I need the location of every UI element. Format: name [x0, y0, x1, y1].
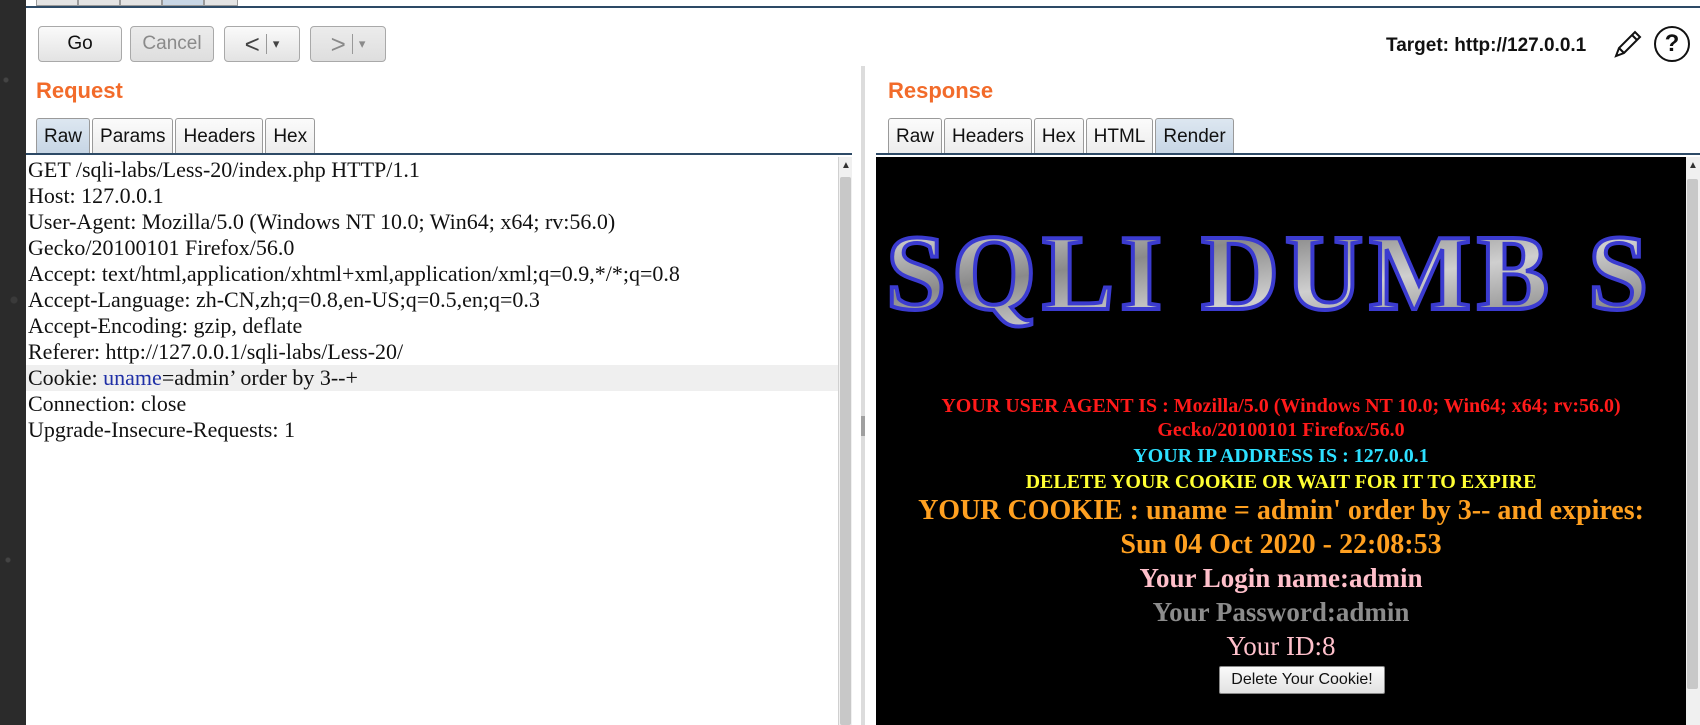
response-tab-underline: [876, 153, 1700, 155]
request-tab-raw[interactable]: Raw: [36, 118, 91, 154]
header-accept-language: Accept-Language: zh-CN,zh;q=0.8,en-US;q=…: [28, 287, 540, 312]
cookie-prefix: Cookie:: [28, 365, 104, 390]
forward-arrow-icon: >: [330, 29, 346, 59]
response-render: SQLI DUMB S YOUR USER AGENT IS : Mozilla…: [876, 157, 1686, 725]
top-divider: [26, 6, 1700, 8]
delete-cookie-button[interactable]: Delete Your Cookie!: [1219, 666, 1385, 694]
panel-splitter[interactable]: [861, 66, 865, 725]
request-scroll-thumb[interactable]: [840, 177, 851, 725]
header-cookie: Cookie: uname=admin’ order by 3--+: [26, 365, 838, 391]
cookie-line-1: YOUR COOKIE : uname = admin' order by 3-…: [918, 495, 1644, 526]
help-icon[interactable]: ?: [1654, 26, 1690, 62]
cancel-button[interactable]: Cancel: [130, 26, 214, 62]
user-id-line: Your ID:8: [1226, 631, 1336, 661]
user-agent-line-2: Gecko/20100101 Firefox/56.0: [1157, 419, 1405, 441]
sqli-dumb-logo: SQLI DUMB S: [886, 219, 1686, 329]
pencil-icon[interactable]: [1610, 26, 1646, 62]
cookie-line-2: Sun 04 Oct 2020 - 22:08:53: [1120, 529, 1442, 560]
logo-text: SQLI DUMB S: [886, 219, 1654, 329]
header-connection: Connection: close: [28, 391, 187, 416]
response-tab-raw[interactable]: Raw: [888, 118, 943, 154]
toolbar: Go Cancel < ▾ > ▾ Target: http://127.0.0…: [26, 24, 1700, 64]
header-referer: Referer: http://127.0.0.1/sqli-labs/Less…: [28, 339, 404, 364]
request-tab-headers[interactable]: Headers: [175, 118, 264, 154]
back-separator: [265, 34, 267, 54]
desktop-background: [0, 0, 26, 725]
response-tabs: Raw Headers Hex HTML Render: [888, 118, 1236, 154]
forward-dropdown-icon[interactable]: ▾: [359, 36, 366, 52]
delete-notice: DELETE YOUR COOKIE OR WAIT FOR IT TO EXP…: [1025, 471, 1537, 493]
go-button[interactable]: Go: [38, 26, 122, 62]
response-tab-html[interactable]: HTML: [1085, 118, 1154, 154]
response-scroll-thumb[interactable]: [1687, 179, 1698, 689]
response-tab-render[interactable]: Render: [1155, 118, 1234, 154]
response-scrollbar[interactable]: ▲: [1686, 157, 1700, 725]
response-title: Response: [888, 78, 994, 103]
back-button[interactable]: < ▾: [224, 26, 300, 62]
request-tab-underline: [26, 153, 852, 155]
login-name: Your Login name:admin: [1139, 563, 1423, 593]
forward-button[interactable]: > ▾: [310, 26, 386, 62]
target-label: Target: http://127.0.0.1: [1386, 35, 1587, 56]
user-agent-line-1: YOUR USER AGENT IS : Mozilla/5.0 (Window…: [941, 395, 1621, 417]
repeater-window: Go Cancel < ▾ > ▾ Target: http://127.0.0…: [26, 0, 1700, 725]
request-scrollbar[interactable]: ▲: [838, 157, 852, 725]
request-tab-hex[interactable]: Hex: [265, 118, 316, 154]
splitter-grip[interactable]: [861, 416, 865, 436]
request-line: GET /sqli-labs/Less-20/index.php HTTP/1.…: [28, 157, 420, 182]
back-arrow-icon: <: [244, 29, 260, 59]
password-line: Your Password:admin: [1152, 597, 1410, 627]
scroll-up-icon[interactable]: ▲: [841, 160, 851, 171]
header-user-agent-cont: Gecko/20100101 Firefox/56.0: [28, 235, 295, 260]
cookie-key: uname: [103, 365, 162, 390]
header-accept-encoding: Accept-Encoding: gzip, deflate: [28, 313, 303, 338]
ip-address-line: YOUR IP ADDRESS IS : 127.0.0.1: [1133, 445, 1429, 467]
header-host: Host: 127.0.0.1: [28, 183, 164, 208]
request-editor[interactable]: GET /sqli-labs/Less-20/index.php HTTP/1.…: [26, 157, 838, 725]
cookie-value: =admin’ order by 3--+: [161, 365, 358, 390]
request-tab-params[interactable]: Params: [92, 118, 174, 154]
forward-separator: [351, 34, 353, 54]
back-dropdown-icon[interactable]: ▾: [273, 36, 280, 52]
request-title: Request: [36, 78, 123, 103]
header-upgrade: Upgrade-Insecure-Requests: 1: [28, 417, 295, 442]
response-tab-hex[interactable]: Hex: [1033, 118, 1084, 154]
header-user-agent: User-Agent: Mozilla/5.0 (Windows NT 10.0…: [28, 209, 616, 234]
header-accept: Accept: text/html,application/xhtml+xml,…: [28, 261, 680, 286]
request-tabs: Raw Params Headers Hex: [36, 118, 317, 154]
response-tab-headers[interactable]: Headers: [944, 118, 1032, 154]
response-scroll-up-icon[interactable]: ▲: [1688, 160, 1698, 171]
